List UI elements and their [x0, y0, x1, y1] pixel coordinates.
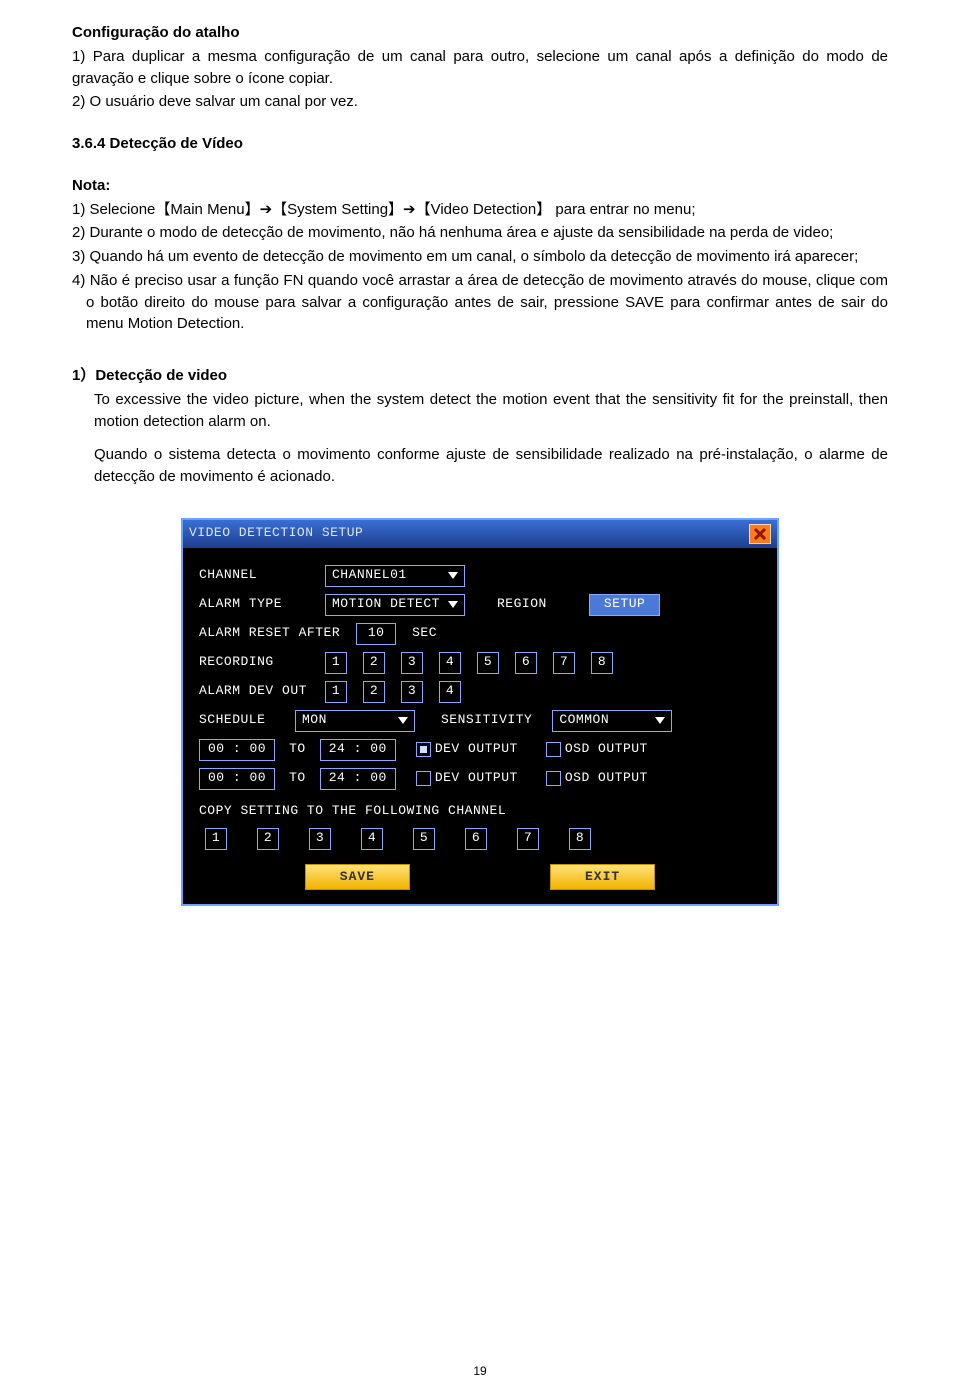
nota-3: 3) Quando há um evento de detecção de mo… — [72, 246, 888, 268]
schedule-value: MON — [302, 711, 327, 730]
channel-toggle-8[interactable]: 8 — [591, 652, 613, 674]
section-364-heading: 3.6.4 Detecção de Vídeo — [72, 133, 888, 155]
nota-1: 1) Selecione【Main Menu】➔【System Setting】… — [72, 199, 888, 221]
channel-toggle-7[interactable]: 7 — [553, 652, 575, 674]
to-label: TO — [289, 769, 306, 788]
alarm-reset-field[interactable]: 10 — [356, 623, 396, 645]
alarm-reset-label: ALARM RESET AFTER — [199, 624, 340, 643]
dialog-title: VIDEO DETECTION SETUP — [189, 524, 363, 543]
channel-toggle-6[interactable]: 6 — [515, 652, 537, 674]
to-label: TO — [289, 740, 306, 759]
channel-toggle-1[interactable]: 1 — [325, 681, 347, 703]
sec-label: SEC — [412, 624, 437, 643]
time1-start[interactable]: 00 : 00 — [199, 739, 275, 761]
channel-toggle-3[interactable]: 3 — [401, 681, 423, 703]
chevron-down-icon — [655, 717, 665, 724]
osd-output-checkbox-1[interactable] — [546, 742, 561, 757]
channel-toggle-1[interactable]: 1 — [205, 828, 227, 850]
close-icon[interactable] — [749, 524, 771, 544]
sensitivity-dropdown[interactable]: COMMON — [552, 710, 672, 732]
region-label: REGION — [497, 595, 547, 614]
time1-end[interactable]: 24 : 00 — [320, 739, 396, 761]
dev-output-label: DEV OUTPUT — [435, 740, 518, 759]
time2-end[interactable]: 24 : 00 — [320, 768, 396, 790]
deteccao-text-pt: Quando o sistema detecta o movimento con… — [72, 444, 888, 488]
channel-toggle-2[interactable]: 2 — [257, 828, 279, 850]
dev-output-checkbox-1[interactable] — [416, 742, 431, 757]
time2-start[interactable]: 00 : 00 — [199, 768, 275, 790]
channel-toggle-3[interactable]: 3 — [401, 652, 423, 674]
dev-output-label: DEV OUTPUT — [435, 769, 518, 788]
osd-output-checkbox-2[interactable] — [546, 771, 561, 786]
nota-heading: Nota: — [72, 175, 888, 197]
osd-output-label: OSD OUTPUT — [565, 740, 648, 759]
chevron-down-icon — [448, 601, 458, 608]
save-button[interactable]: SAVE — [305, 864, 410, 891]
schedule-label: SCHEDULE — [199, 711, 289, 730]
alarm-type-label: ALARM TYPE — [199, 595, 319, 614]
copy-setting-label: COPY SETTING TO THE FOLLOWING CHANNEL — [199, 802, 506, 821]
nota-2: 2) Durante o modo de detecção de movimen… — [72, 222, 888, 244]
channel-toggle-6[interactable]: 6 — [465, 828, 487, 850]
channel-toggle-5[interactable]: 5 — [477, 652, 499, 674]
channel-toggle-2[interactable]: 2 — [363, 681, 385, 703]
channel-toggle-7[interactable]: 7 — [517, 828, 539, 850]
alarm-dev-out-label: ALARM DEV OUT — [199, 682, 319, 701]
channel-toggle-8[interactable]: 8 — [569, 828, 591, 850]
channel-toggle-1[interactable]: 1 — [325, 652, 347, 674]
shortcut-text-1: 1) Para duplicar a mesma configuração de… — [72, 46, 888, 90]
alarm-type-dropdown[interactable]: MOTION DETECT — [325, 594, 465, 616]
channel-toggle-3[interactable]: 3 — [309, 828, 331, 850]
channel-toggle-4[interactable]: 4 — [439, 652, 461, 674]
recording-label: RECORDING — [199, 653, 319, 672]
region-setup-button[interactable]: SETUP — [589, 594, 661, 616]
channel-toggle-4[interactable]: 4 — [439, 681, 461, 703]
chevron-down-icon — [448, 572, 458, 579]
channel-label: CHANNEL — [199, 566, 319, 585]
shortcut-text-2: 2) O usuário deve salvar um canal por ve… — [72, 91, 888, 113]
sensitivity-value: COMMON — [559, 711, 609, 730]
dialog-titlebar: VIDEO DETECTION SETUP — [183, 520, 777, 548]
channel-value: CHANNEL01 — [332, 566, 407, 585]
sensitivity-label: SENSITIVITY — [441, 711, 532, 730]
channel-toggle-5[interactable]: 5 — [413, 828, 435, 850]
dev-output-checkbox-2[interactable] — [416, 771, 431, 786]
alarm-type-value: MOTION DETECT — [332, 595, 440, 614]
channel-dropdown[interactable]: CHANNEL01 — [325, 565, 465, 587]
exit-button[interactable]: EXIT — [550, 864, 655, 891]
channel-toggle-2[interactable]: 2 — [363, 652, 385, 674]
video-detection-dialog: VIDEO DETECTION SETUP CHANNEL CHANNEL01 … — [181, 518, 779, 907]
chevron-down-icon — [398, 717, 408, 724]
shortcut-heading: Configuração do atalho — [72, 22, 888, 44]
nota-4: 4) Não é preciso usar a função FN quando… — [72, 270, 888, 335]
schedule-dropdown[interactable]: MON — [295, 710, 415, 732]
deteccao-video-heading: 1）Detecção de video — [72, 365, 888, 387]
channel-toggle-4[interactable]: 4 — [361, 828, 383, 850]
page-number: 19 — [0, 1363, 960, 1380]
deteccao-text-en: To excessive the video picture, when the… — [72, 389, 888, 433]
osd-output-label: OSD OUTPUT — [565, 769, 648, 788]
